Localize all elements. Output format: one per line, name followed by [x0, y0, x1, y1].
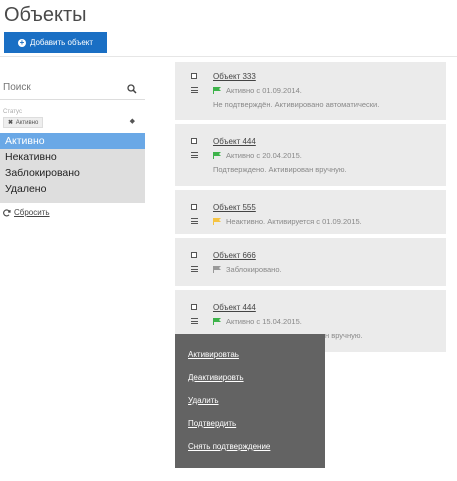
filter-sidebar: Статус ✖ Активно ◆ Активно Некативно Заб…	[0, 78, 145, 217]
search-input[interactable]	[3, 82, 123, 93]
reset-filters[interactable]: Сбросить	[3, 208, 145, 217]
object-name-link[interactable]: Объект 444	[213, 303, 436, 312]
menu-icon[interactable]	[191, 266, 198, 272]
menu-icon[interactable]	[191, 218, 198, 224]
object-status: Заблокировано.	[213, 265, 436, 274]
menu-item-delete[interactable]: Удалить	[175, 396, 325, 419]
object-status: Активно с 20.04.2015.	[213, 151, 436, 160]
object-context-menu: Активировтаь Деактивировть Удалить Подтв…	[175, 334, 325, 468]
page-title: Объекты	[4, 4, 87, 26]
select-checkbox[interactable]	[191, 304, 197, 310]
object-status: Активно с 01.09.2014.	[213, 86, 436, 95]
object-name-link[interactable]: Объект 333	[213, 72, 436, 81]
remove-icon[interactable]: ✖	[8, 120, 13, 126]
divider	[0, 56, 457, 57]
add-object-label: Добавить объект	[29, 38, 94, 47]
status-option[interactable]: Активно	[0, 133, 145, 149]
object-list: Объект 333 Активно с 01.09.2014. Не подт…	[175, 62, 446, 356]
object-name-link[interactable]: Объект 555	[213, 203, 436, 212]
status-chip-label: Активно	[15, 120, 39, 126]
status-text: Активно с 15.04.2015.	[226, 317, 302, 326]
menu-icon[interactable]	[191, 318, 198, 324]
select-checkbox[interactable]	[191, 252, 197, 258]
status-text: Заблокировано.	[226, 265, 282, 274]
status-filter-label: Статус	[3, 109, 22, 115]
add-object-button[interactable]: + Добавить объект	[4, 32, 107, 53]
menu-item-activate[interactable]: Активировтаь	[175, 350, 325, 373]
object-status: Активно с 15.04.2015.	[213, 317, 436, 326]
status-select[interactable]: ✖ Активно ◆	[0, 117, 145, 129]
menu-icon[interactable]	[191, 87, 198, 93]
status-chip[interactable]: ✖ Активно	[3, 117, 44, 128]
flag-icon	[213, 266, 221, 273]
menu-item-deactivate[interactable]: Деактивировть	[175, 373, 325, 396]
menu-item-confirm[interactable]: Подтвердить	[175, 419, 325, 442]
search-box	[0, 78, 145, 100]
flag-icon	[213, 318, 221, 325]
select-checkbox[interactable]	[191, 138, 197, 144]
menu-item-unconfirm[interactable]: Снять подтверждение	[175, 442, 325, 465]
status-text: Активно с 20.04.2015.	[226, 151, 302, 160]
flag-icon	[213, 218, 221, 225]
object-name-link[interactable]: Объект 666	[213, 251, 436, 260]
menu-icon[interactable]	[191, 152, 198, 158]
select-checkbox[interactable]	[191, 73, 197, 79]
object-name-link[interactable]: Объект 444	[213, 137, 436, 146]
reset-link[interactable]: Сбросить	[14, 208, 50, 217]
object-note: Подтверждено. Активирован вручную.	[213, 165, 347, 174]
refresh-icon	[3, 208, 11, 216]
object-status: Неактивно. Активируется с 01.09.2015.	[213, 217, 436, 226]
sort-arrows-icon[interactable]: ◆	[130, 117, 135, 127]
object-card: Объект 555 Неактивно. Активируется с 01.…	[175, 190, 446, 238]
search-icon[interactable]	[127, 84, 137, 94]
status-option[interactable]: Удалено	[0, 181, 145, 197]
status-option[interactable]: Заблокировано	[0, 165, 145, 181]
object-card: Объект 444 Активно с 20.04.2015. Подтвер…	[175, 124, 446, 190]
flag-icon	[213, 87, 221, 94]
object-card: Объект 333 Активно с 01.09.2014. Не подт…	[175, 62, 446, 124]
select-checkbox[interactable]	[191, 204, 197, 210]
object-card: Объект 666 Заблокировано.	[175, 238, 446, 290]
status-options-list: Активно Некативно Заблокировано Удалено	[0, 133, 145, 203]
status-option[interactable]: Некативно	[0, 149, 145, 165]
plus-icon: +	[17, 37, 26, 47]
status-text: Неактивно. Активируется с 01.09.2015.	[226, 217, 362, 226]
flag-icon	[213, 152, 221, 159]
object-note: Не подтверждён. Активировано автоматичес…	[213, 100, 380, 109]
status-text: Активно с 01.09.2014.	[226, 86, 302, 95]
